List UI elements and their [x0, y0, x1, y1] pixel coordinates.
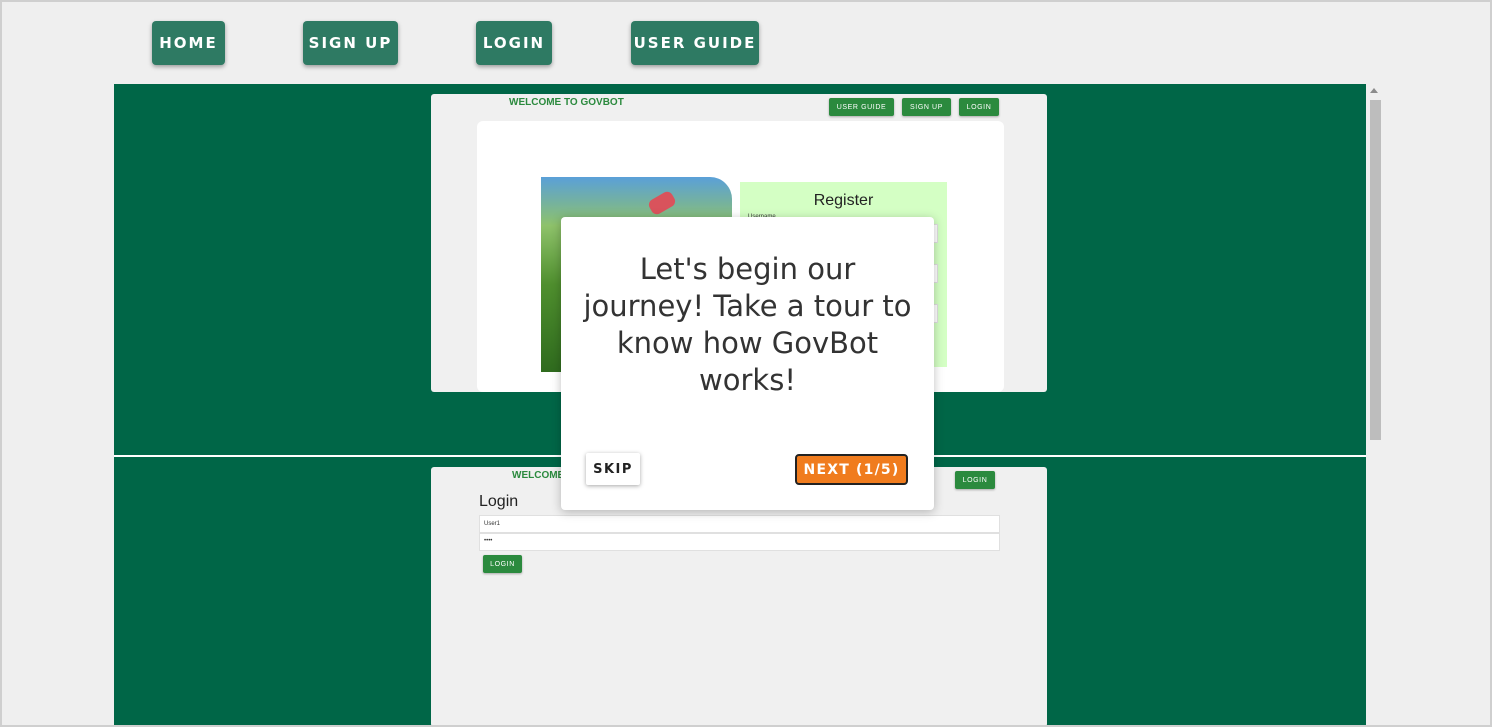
- shoe-graphic: [646, 189, 678, 217]
- login-submit-button[interactable]: LOGIN: [483, 555, 522, 573]
- preview-login-button[interactable]: LOGIN: [959, 98, 999, 116]
- preview-login-button-top[interactable]: LOGIN: [955, 471, 995, 489]
- register-title: Register: [813, 192, 874, 209]
- login-password-field[interactable]: ••••: [479, 533, 1000, 551]
- user-guide-button[interactable]: USER GUIDE: [631, 21, 759, 65]
- preview-user-guide-button[interactable]: USER GUIDE: [829, 98, 894, 116]
- scroll-up-icon[interactable]: [1370, 88, 1378, 93]
- skip-button[interactable]: SKIP: [586, 453, 640, 485]
- home-button[interactable]: HOME: [152, 21, 225, 65]
- preview-signup-button[interactable]: SIGN UP: [902, 98, 951, 116]
- tour-message: Let's begin our journey! Take a tour to …: [583, 252, 912, 397]
- vertical-scrollbar[interactable]: [1366, 84, 1384, 727]
- welcome-text: WELCOME TO GOVBOT: [509, 97, 624, 108]
- next-button[interactable]: NEXT (1/5): [795, 454, 908, 485]
- login-button[interactable]: LOGIN: [476, 21, 552, 65]
- login-title: Login: [479, 493, 519, 510]
- signup-button[interactable]: SIGN UP: [303, 21, 398, 65]
- tour-modal: Let's begin our journey! Take a tour to …: [561, 217, 934, 510]
- scroll-thumb[interactable]: [1370, 100, 1381, 440]
- welcome-text-bottom: WELCOME: [512, 470, 565, 481]
- login-username-field[interactable]: User1: [479, 515, 1000, 533]
